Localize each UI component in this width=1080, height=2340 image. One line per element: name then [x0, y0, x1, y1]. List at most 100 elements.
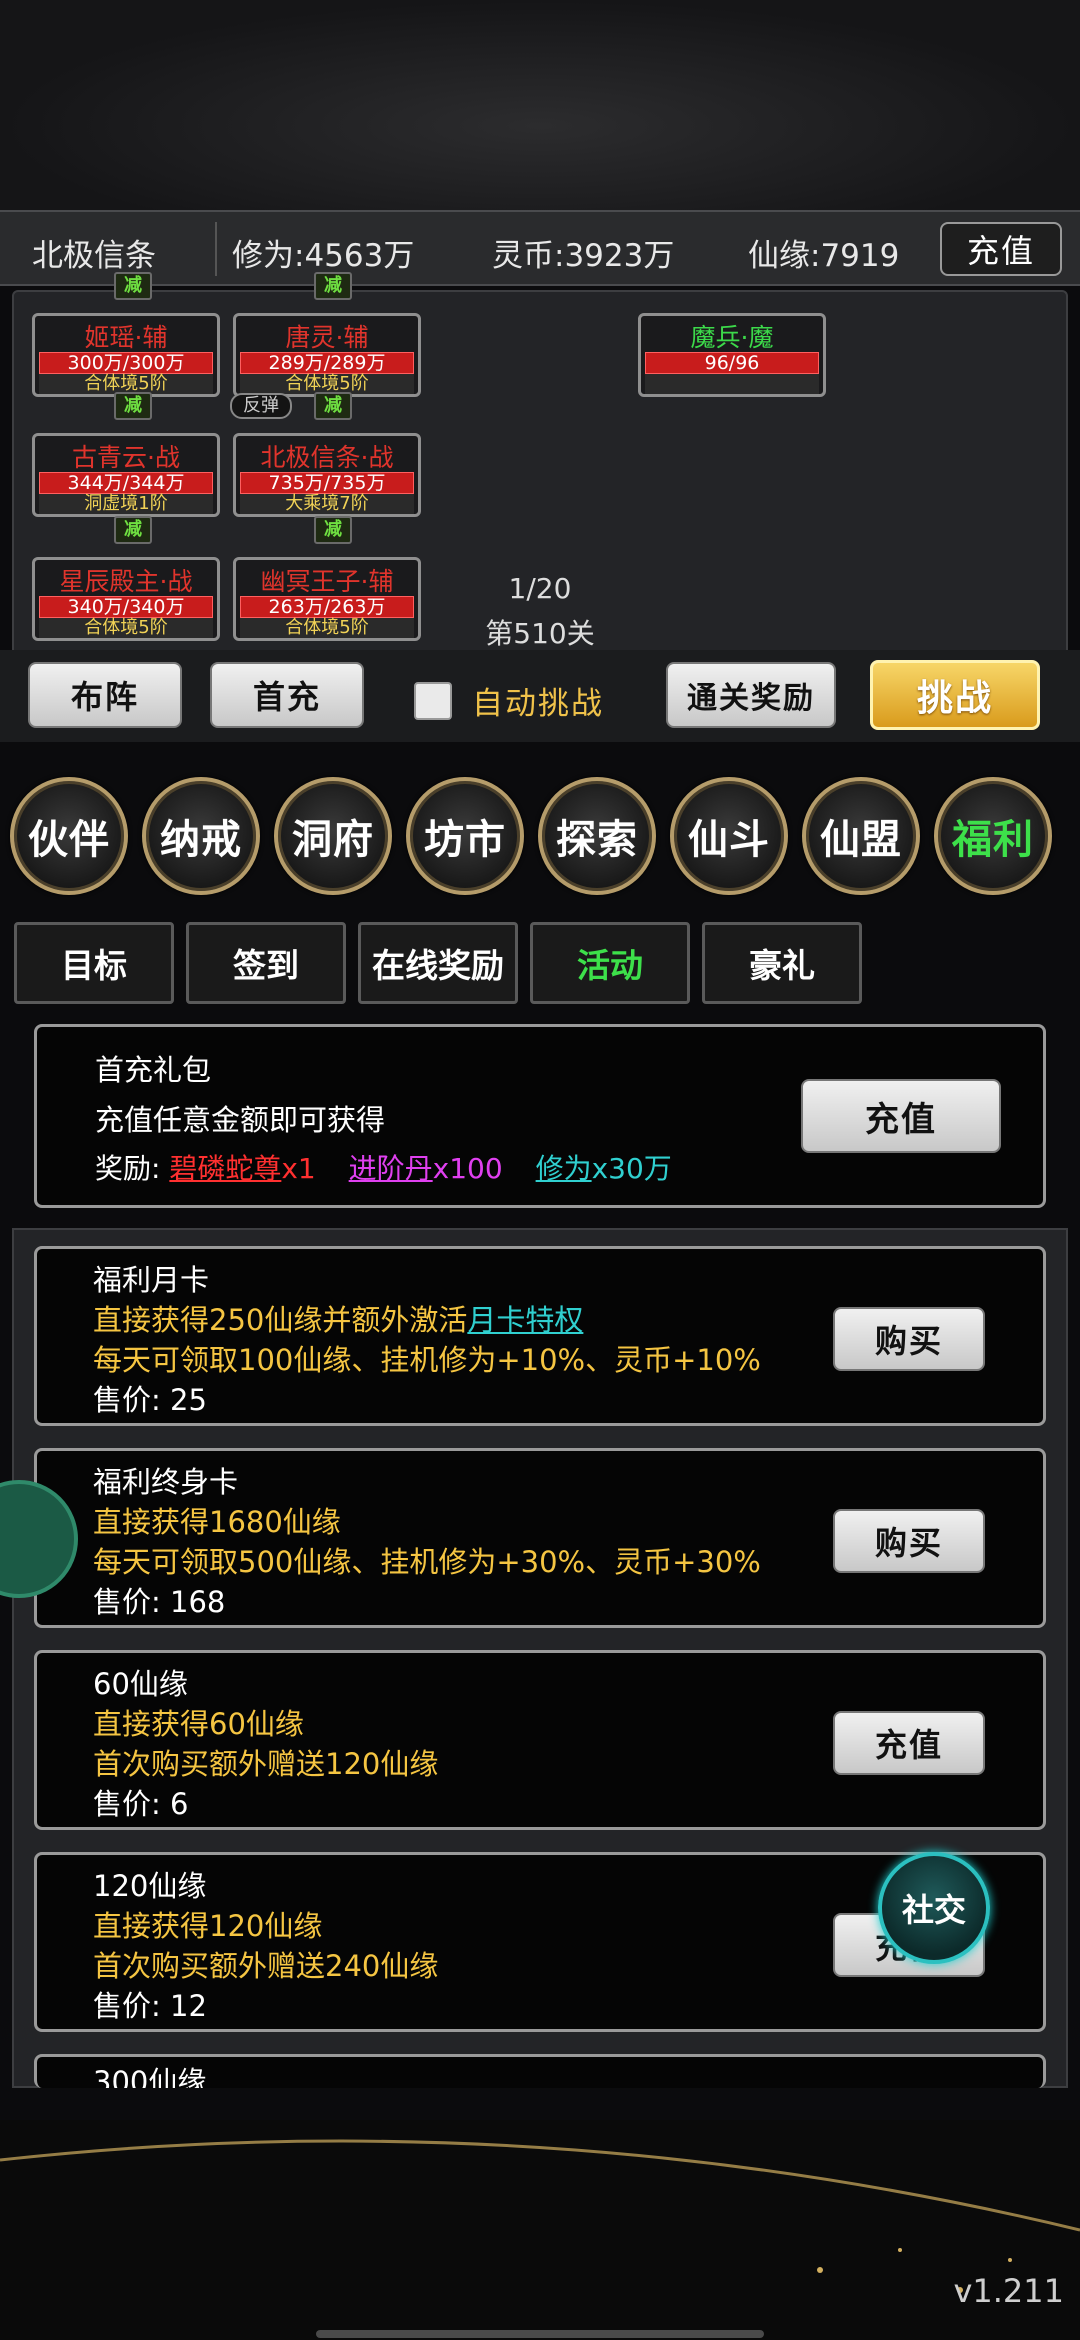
pack-line: 每天可领取100仙缘、挂机修为+10%、灵币+10% — [93, 1343, 761, 1377]
top-background — [0, 0, 1080, 210]
buff-icon: 减 — [314, 392, 352, 420]
auto-challenge-checkbox[interactable] — [414, 682, 452, 720]
pack-title: 福利月卡 — [93, 1263, 210, 1297]
player-name: 北极信条 — [32, 238, 156, 274]
nav-market[interactable]: 坊市 — [406, 777, 524, 895]
reward-item[interactable]: 碧磷蛇尊 — [169, 1152, 281, 1185]
pack-line: 直接获得1680仙缘 — [93, 1505, 341, 1539]
buff-icon: 减 — [314, 272, 352, 300]
unit-hp: 344万/344万 — [39, 472, 213, 494]
reward-qty: x30万 — [591, 1152, 672, 1185]
nav-cave[interactable]: 洞府 — [274, 777, 392, 895]
recharge-button[interactable]: 充值 — [833, 1711, 985, 1775]
challenge-button[interactable]: 挑战 — [870, 660, 1040, 730]
tab-gift[interactable]: 豪礼 — [702, 922, 862, 1004]
stage-number: 第510关 — [485, 617, 595, 650]
first-recharge-button[interactable]: 首充 — [210, 662, 364, 728]
unit-name: 古青云·战 — [72, 443, 180, 472]
nav-ring[interactable]: 纳戒 — [142, 777, 260, 895]
unit-hp: 289万/289万 — [240, 352, 414, 374]
monthly-privilege-link[interactable]: 月卡特权 — [467, 1303, 583, 1337]
home-indicator[interactable] — [316, 2330, 764, 2338]
pack-line: 直接获得60仙缘 — [93, 1707, 304, 1741]
unit-name: 星辰殿主·战 — [59, 567, 193, 596]
pack-desc: 充值任意金额即可获得 — [95, 1103, 386, 1137]
first-pack-recharge-button[interactable]: 充值 — [801, 1079, 1001, 1153]
fate-stat: 仙缘:7919 — [748, 238, 900, 274]
unit-realm: 洞虚境1阶 — [39, 494, 213, 514]
reward-label: 奖励: — [95, 1152, 161, 1185]
reward-qty: x1 — [281, 1152, 316, 1185]
pack-title: 120仙缘 — [93, 1869, 207, 1903]
enemy-name: 魔兵·魔 — [690, 323, 774, 352]
buff-icon: 减 — [114, 272, 152, 300]
tab-online-reward[interactable]: 在线奖励 — [358, 922, 518, 1004]
enemy-hp: 96/96 — [645, 352, 819, 374]
pack-price: 售价: 25 — [93, 1383, 207, 1417]
nav-duel[interactable]: 仙斗 — [670, 777, 788, 895]
tab-signin[interactable]: 签到 — [186, 922, 346, 1004]
nav-alliance[interactable]: 仙盟 — [802, 777, 920, 895]
pack-price: 售价: 6 — [93, 1787, 189, 1821]
pack-line: 首次购买额外赠送240仙缘 — [93, 1949, 439, 1983]
pack-card: 60仙缘 直接获得60仙缘 首次购买额外赠送120仙缘 售价: 6 充值 — [34, 1650, 1046, 1830]
bottom-background — [0, 2120, 1080, 2340]
reward-qty: x100 — [432, 1152, 503, 1185]
unit-realm: 大乘境7阶 — [240, 494, 414, 514]
buff-icon: 减 — [114, 392, 152, 420]
unit-name: 唐灵·辅 — [285, 323, 369, 352]
buy-button[interactable]: 购买 — [833, 1307, 985, 1371]
pack-line: 首次购买额外赠送120仙缘 — [93, 1747, 439, 1781]
unit-name: 北极信条·战 — [260, 443, 394, 472]
first-pack-card: 首充礼包 充值任意金额即可获得 奖励: 碧磷蛇尊x1 进阶丹x100 修为x30… — [34, 1024, 1046, 1208]
version-label: v1.211 — [953, 2272, 1064, 2310]
cultivation-stat: 修为:4563万 — [232, 238, 415, 274]
pack-title: 60仙缘 — [93, 1667, 188, 1701]
stats-bar: 北极信条 修为:4563万 灵币:3923万 仙缘:7919 充值 — [0, 210, 1080, 286]
nav-explore[interactable]: 探索 — [538, 777, 656, 895]
pack-line: 每天可领取500仙缘、挂机修为+30%、灵币+30% — [93, 1545, 761, 1579]
ally-unit[interactable]: 唐灵·辅 289万/289万 合体境5阶 — [233, 313, 421, 397]
clear-reward-button[interactable]: 通关奖励 — [666, 662, 836, 728]
unit-hp: 263万/263万 — [240, 596, 414, 618]
pack-card: 300仙缘 — [34, 2054, 1046, 2088]
ally-unit[interactable]: 古青云·战 344万/344万 洞虚境1阶 — [32, 433, 220, 517]
nav-welfare[interactable]: 福利 — [934, 777, 1052, 895]
pack-price: 售价: 12 — [93, 1989, 207, 2023]
buff-icon: 减 — [314, 516, 352, 544]
formation-button[interactable]: 布阵 — [28, 662, 182, 728]
unit-hp: 735万/735万 — [240, 472, 414, 494]
unit-hp: 300万/300万 — [39, 352, 213, 374]
buy-button[interactable]: 购买 — [833, 1509, 985, 1573]
unit-realm: 合体境5阶 — [39, 374, 213, 394]
top-recharge-button[interactable]: 充值 — [940, 222, 1062, 276]
reward-item[interactable]: 进阶丹 — [349, 1152, 433, 1185]
unit-realm: 合体境5阶 — [39, 618, 213, 638]
coin-stat: 灵币:3923万 — [492, 238, 675, 274]
reward-line: 奖励: 碧磷蛇尊x1 进阶丹x100 修为x30万 — [95, 1147, 672, 1187]
reflect-badge: 反弹 — [230, 393, 292, 419]
ally-unit[interactable]: 星辰殿主·战 340万/340万 合体境5阶 — [32, 557, 220, 641]
reward-item[interactable]: 修为 — [536, 1152, 592, 1185]
ally-unit[interactable]: 幽冥王子·辅 263万/263万 合体境5阶 — [233, 557, 421, 641]
unit-name: 姬瑶·辅 — [84, 323, 168, 352]
unit-hp: 340万/340万 — [39, 596, 213, 618]
unit-name: 幽冥王子·辅 — [260, 567, 394, 596]
ally-unit[interactable]: 姬瑶·辅 300万/300万 合体境5阶 — [32, 313, 220, 397]
nav-partner[interactable]: 伙伴 — [10, 777, 128, 895]
enemy-unit[interactable]: 魔兵·魔 96/96 — [638, 313, 826, 397]
pack-title: 福利终身卡 — [93, 1465, 239, 1499]
tab-activity[interactable]: 活动 — [530, 922, 690, 1004]
pack-card: 福利终身卡 直接获得1680仙缘 每天可领取500仙缘、挂机修为+30%、灵币+… — [34, 1448, 1046, 1628]
pack-price: 售价: 168 — [93, 1585, 226, 1619]
auto-challenge-label: 自动挑战 — [472, 686, 604, 722]
pack-card: 福利月卡 直接获得250仙缘并额外激活月卡特权 每天可领取100仙缘、挂机修为+… — [34, 1246, 1046, 1426]
pack-title: 300仙缘 — [93, 2065, 207, 2088]
pack-line: 直接获得120仙缘 — [93, 1909, 323, 1943]
wave-count: 1/20 — [508, 572, 572, 605]
tab-goal[interactable]: 目标 — [14, 922, 174, 1004]
unit-realm: 合体境5阶 — [240, 618, 414, 638]
unit-realm: 合体境5阶 — [240, 374, 414, 394]
social-button[interactable]: 社交 — [878, 1852, 990, 1964]
ally-unit[interactable]: 北极信条·战 735万/735万 大乘境7阶 — [233, 433, 421, 517]
